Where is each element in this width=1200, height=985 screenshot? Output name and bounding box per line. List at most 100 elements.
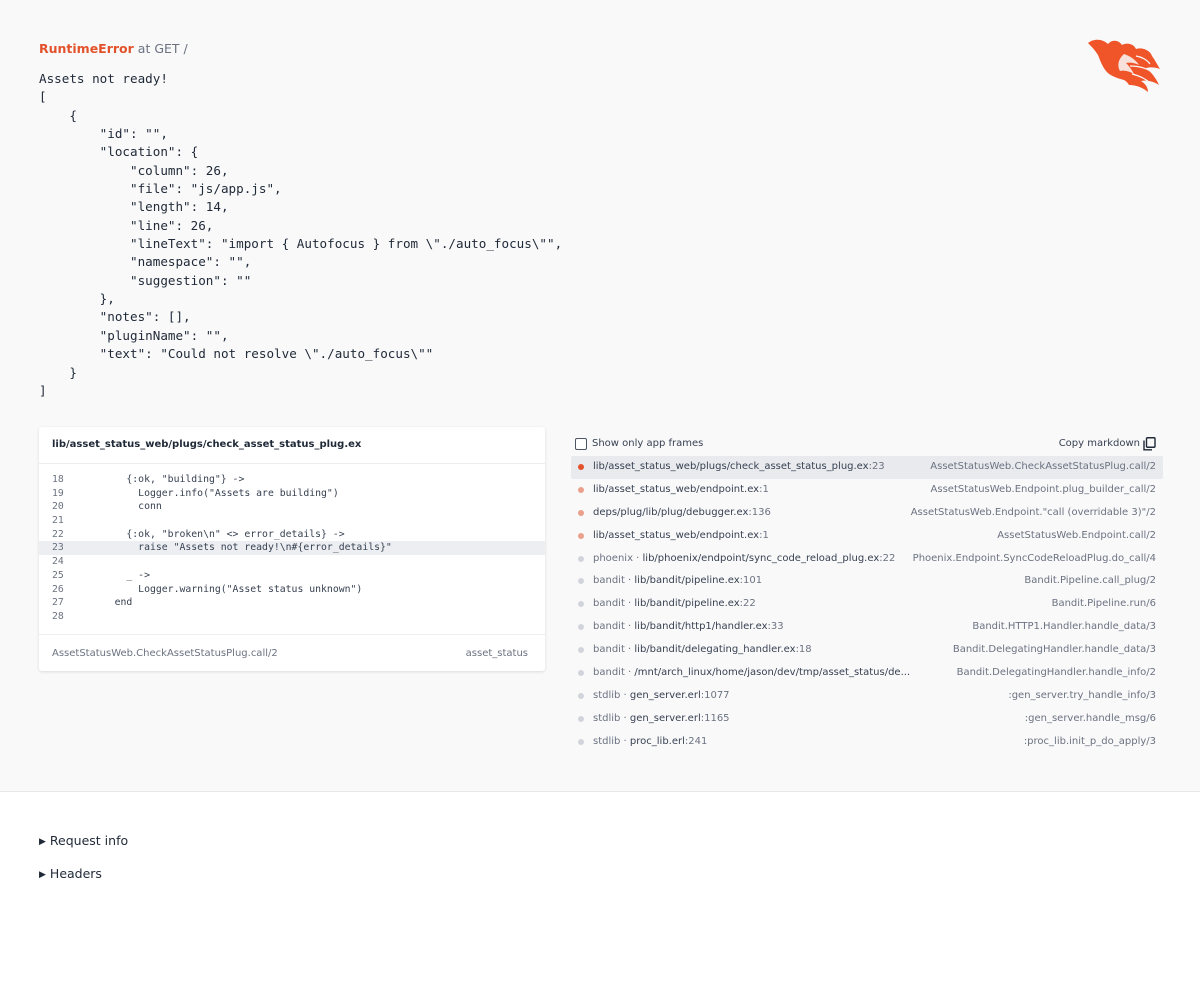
frame-function: Bandit.HTTP1.Handler.handle_data/3	[972, 621, 1156, 633]
stacktrace-frames: lib/asset_status_web/plugs/check_asset_s…	[571, 456, 1163, 754]
request-info-toggle[interactable]: ▶ Request info	[39, 833, 128, 848]
frame-library: bandit ·	[593, 598, 635, 610]
frame-location: bandit · lib/bandit/http1/handler.ex:33	[593, 621, 784, 632]
frame-line-number: :33	[767, 621, 784, 633]
code-text: {:ok, "building"} ->	[91, 474, 245, 485]
frame-status-dot-icon	[578, 692, 584, 699]
frame-function: AssetStatusWeb.Endpoint.plug_builder_cal…	[930, 483, 1156, 495]
frame-location: lib/asset_status_web/endpoint.ex:1	[593, 484, 769, 495]
stack-frame[interactable]: bandit · lib/bandit/pipeline.ex:22 Bandit…	[571, 593, 1163, 616]
frame-line-number: :1	[759, 483, 769, 495]
error-message: Assets not ready! [ { "id": "", "locatio…	[39, 71, 563, 398]
source-file-name: lib/asset_status_web/plugs/check_asset_s…	[39, 427, 545, 464]
headers-toggle[interactable]: ▶ Headers	[39, 866, 102, 881]
line-number: 25	[52, 569, 64, 581]
frame-function: Bandit.DelegatingHandler.handle_info/2	[956, 667, 1156, 679]
frame-file: lib/phoenix/endpoint/sync_code_reload_pl…	[642, 552, 880, 564]
frame-library: stdlib ·	[593, 735, 630, 747]
frame-line-number: :101	[739, 575, 763, 587]
line-number: 23	[52, 542, 64, 554]
frame-location: stdlib · proc_lib.erl:241	[593, 736, 707, 747]
frame-file: /mnt/arch_linux/home/jason/dev/tmp/asset…	[634, 667, 911, 679]
frame-function: Bandit.Pipeline.call_plug/2	[1024, 575, 1156, 587]
error-route: at GET /	[133, 41, 188, 56]
frame-status-dot-icon	[578, 532, 584, 539]
frame-status-dot-icon	[578, 624, 584, 631]
code-text: Logger.warning("Asset status unknown")	[91, 583, 363, 595]
frame-file: lib/bandit/delegating_handler.ex	[634, 644, 796, 656]
stack-frame[interactable]: stdlib · gen_server.erl:1165 :gen_server.…	[571, 708, 1163, 731]
frame-file: gen_server.erl	[629, 712, 701, 724]
frame-location: bandit · /mnt/arch_linux/home/jason/dev/…	[593, 667, 910, 678]
frame-library: bandit ·	[593, 667, 635, 679]
code-line: 25 _ ->	[39, 569, 545, 583]
frame-location: bandit · lib/bandit/delegating_handler.e…	[593, 644, 812, 655]
copy-icon[interactable]	[1143, 437, 1156, 451]
frame-library: bandit ·	[593, 644, 635, 656]
code-line-highlighted: 23 raise "Assets not ready!\n#{error_det…	[39, 541, 545, 556]
frame-line-number: :22	[879, 552, 896, 564]
code-line: 22 {:ok, "broken\n" <> error_details} ->	[39, 528, 545, 542]
source-footer: AssetStatusWeb.CheckAssetStatusPlug.call…	[39, 634, 545, 671]
stack-frame[interactable]: bandit · lib/bandit/http1/handler.ex:33 B…	[571, 616, 1163, 639]
frame-line-number: :23	[868, 461, 885, 472]
frame-library: phoenix ·	[593, 552, 643, 564]
line-number: 27	[52, 597, 64, 609]
frame-line-number: :136	[748, 506, 771, 518]
frame-status-dot-icon	[578, 486, 584, 493]
show-app-frames-label[interactable]: Show only app frames	[592, 438, 703, 449]
stack-frame[interactable]: stdlib · gen_server.erl:1077:gen_server.…	[571, 685, 1163, 708]
frame-line-number: :18	[795, 644, 812, 656]
frame-library: stdlib ·	[593, 712, 630, 724]
frame-location: lib/asset_status_web/endpoint.ex:1	[593, 530, 769, 541]
frame-function: Phoenix.Endpoint.SyncCodeReloadPlug.do_c…	[912, 552, 1156, 564]
code-text: conn	[91, 501, 162, 513]
show-app-frames-checkbox[interactable]	[575, 438, 587, 450]
stack-frame[interactable]: phoenix · lib/phoenix/endpoint/sync_code…	[571, 548, 1163, 571]
frame-function: :gen_server.handle_msg/6	[1024, 712, 1156, 724]
frame-function: AssetStatusWeb.CheckAssetStatusPlug.call…	[930, 461, 1156, 472]
frame-line-number: :1165	[700, 712, 730, 724]
stack-frame[interactable]: deps/plug/lib/plug/debugger.ex:136 AssetS…	[571, 502, 1163, 525]
frame-status-dot-icon	[578, 464, 584, 470]
error-type: RuntimeError	[39, 41, 134, 56]
code-line: 26 Logger.warning("Asset status unknown"…	[39, 583, 545, 597]
frame-file: lib/bandit/pipeline.ex	[634, 575, 740, 587]
frame-file: lib/bandit/http1/handler.ex	[634, 621, 768, 633]
frame-file: lib/asset_status_web/endpoint.ex	[593, 529, 760, 541]
code-line: 18 {:ok, "building"} ->	[39, 473, 545, 487]
frame-file: proc_lib.erl	[629, 735, 685, 747]
phoenix-logo-icon	[1088, 39, 1160, 92]
frame-function: Bandit.Pipeline.run/6	[1051, 598, 1156, 610]
headers-label: Headers	[49, 866, 102, 881]
code-text: raise "Assets not ready!\n#{error_detail…	[91, 542, 392, 554]
frame-line-number: :1	[759, 529, 769, 541]
stack-frame[interactable]: bandit · lib/bandit/delegating_handler.e…	[571, 639, 1163, 662]
frame-line-number: :241	[684, 735, 708, 747]
frame-status-dot-icon	[578, 555, 584, 562]
stack-frame[interactable]: bandit · /mnt/arch_linux/home/jason/dev/…	[571, 662, 1163, 685]
frame-status-dot-icon	[578, 509, 584, 516]
stack-frame[interactable]: bandit · lib/bandit/pipeline.ex:101 Bandi…	[571, 570, 1163, 593]
line-number: 28	[52, 610, 64, 622]
stacktrace-header: Show only app frames Copy markdown	[575, 437, 1163, 453]
line-number: 19	[52, 487, 64, 499]
line-number: 20	[52, 501, 64, 513]
stack-frame[interactable]: lib/asset_status_web/endpoint.ex:1 AssetS…	[571, 525, 1163, 548]
code-text: {:ok, "broken\n" <> error_details} ->	[91, 528, 345, 540]
line-number: 21	[52, 515, 64, 527]
copy-markdown-button[interactable]: Copy markdown	[1059, 438, 1140, 449]
code-line: 27 end	[39, 596, 545, 610]
code-line: 19 Logger.info("Assets are building")	[39, 487, 545, 501]
frame-location: stdlib · gen_server.erl:1165	[593, 713, 730, 724]
frame-location: lib/asset_status_web/plugs/check_asset_s…	[593, 461, 885, 472]
frame-file: deps/plug/lib/plug/debugger.ex	[593, 506, 749, 518]
stack-frame[interactable]: stdlib · proc_lib.erl:241:proc_lib.init_…	[571, 731, 1163, 754]
frame-line-number: :1077	[700, 689, 730, 701]
frame-file: lib/asset_status_web/endpoint.ex	[593, 483, 760, 495]
request-info-label: Request info	[49, 833, 129, 848]
stack-frame[interactable]: lib/asset_status_web/endpoint.ex:1 AssetS…	[571, 479, 1163, 502]
frame-status-dot-icon	[578, 647, 584, 654]
line-number: 22	[52, 528, 64, 540]
stack-frame[interactable]: lib/asset_status_web/plugs/check_asset_s…	[571, 456, 1163, 479]
